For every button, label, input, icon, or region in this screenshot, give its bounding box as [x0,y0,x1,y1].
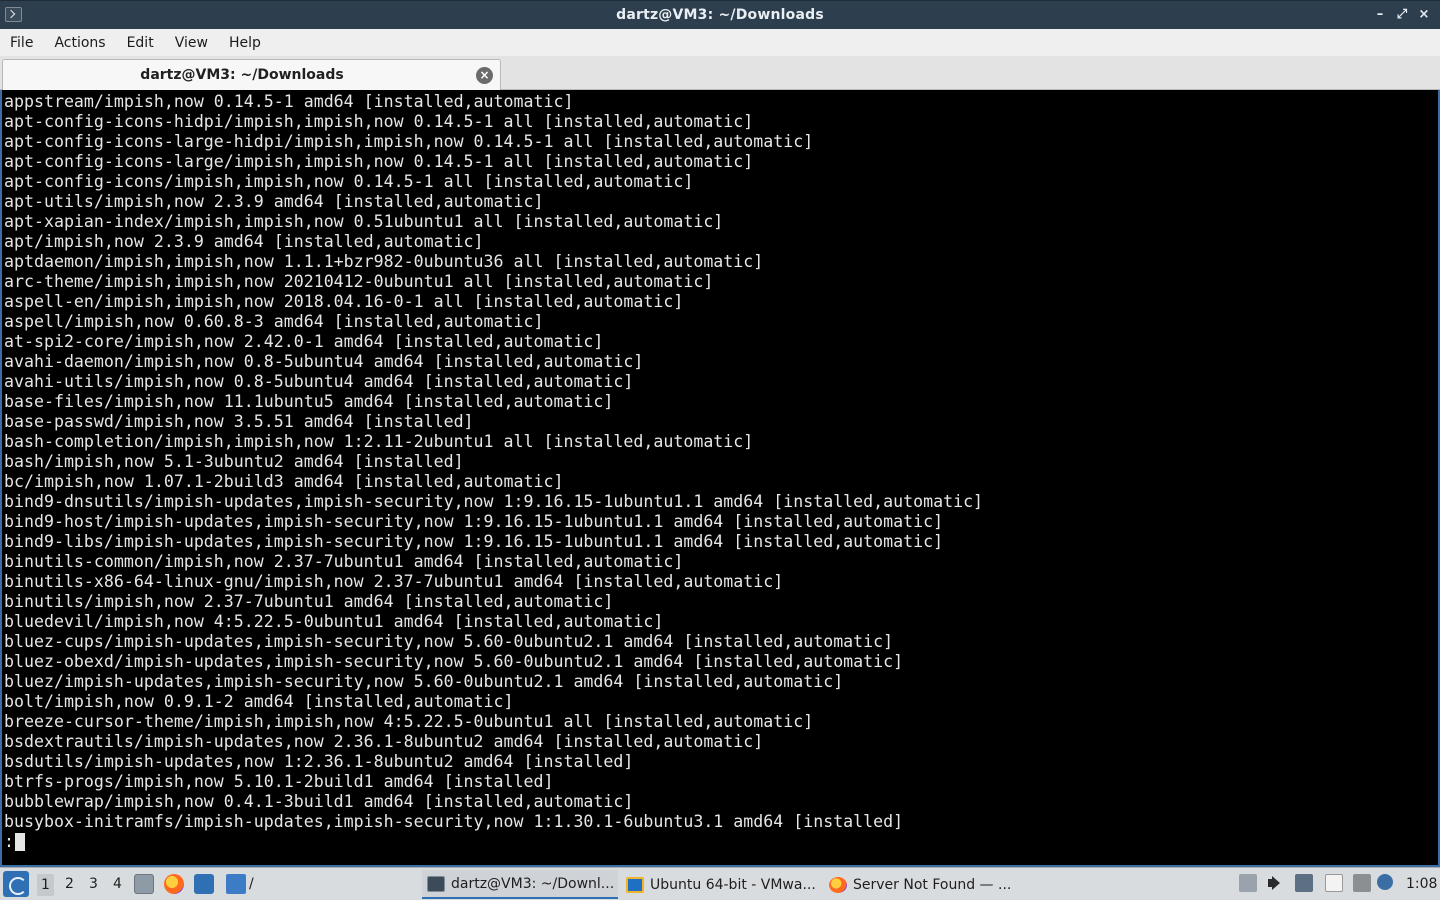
file-manager-icon[interactable] [134,874,154,894]
minimize-button[interactable]: – [1372,6,1388,24]
terminal-line: busybox-initramfs/impish-updates,impish-… [4,812,904,831]
terminal-icon [427,875,445,892]
menu-bar: File Actions Edit View Help [0,29,1440,56]
task-vmware[interactable]: Ubuntu 64-bit - VMwa... [626,870,822,899]
terminal-line: bluez-cups/impish-updates,impish-securit… [4,632,894,651]
tab-label: dartz@VM3: ~/Downloads [140,67,344,83]
window-controls: – ⤢ × [1372,6,1432,24]
clipboard-icon[interactable] [1325,874,1343,892]
menu-file[interactable]: File [10,35,33,51]
terminal-line: apt/impish,now 2.3.9 amd64 [installed,au… [4,232,484,251]
terminal-line: base-passwd/impish,now 3.5.51 amd64 [ins… [4,412,474,431]
workspace-1[interactable]: 1 [37,874,54,896]
text-cursor [15,833,25,851]
task-label: Server Not Found — ... [853,876,1012,893]
terminal-line: bc/impish,now 1.07.1-2build3 amd64 [inst… [4,472,564,491]
pager-prompt-text: : [4,832,14,851]
workspace-2[interactable]: 2 [65,876,74,892]
terminal-line: btrfs-progs/impish,now 5.10.1-2build1 am… [4,772,554,791]
terminal-line: bluedevil/impish,now 4:5.22.5-0ubuntu1 a… [4,612,664,631]
terminal-line: bsdutils/impish-updates,now 1:2.36.1-8ub… [4,752,634,771]
terminal-line: bsdextrautils/impish-updates,now 2.36.1-… [4,732,764,751]
terminal-line: bolt/impish,now 0.9.1-2 amd64 [installed… [4,692,514,711]
terminal-line: bubblewrap/impish,now 0.4.1-3build1 amd6… [4,792,634,811]
task-label: Ubuntu 64-bit - VMwa... [650,876,816,893]
menu-view[interactable]: View [175,35,208,51]
terminal-line: binutils-common/impish,now 2.37-7ubuntu1… [4,552,684,571]
terminal-line: binutils-x86-64-linux-gnu/impish,now 2.3… [4,572,784,591]
terminal-line: apt-xapian-index/impish,impish,now 0.51u… [4,212,724,231]
folder-path-label: / [249,876,254,892]
pager-prompt[interactable]: : [4,832,1438,852]
terminal-view[interactable]: appstream/impish,now 0.14.5-1 amd64 [ins… [0,90,1440,867]
terminal-line: bind9-libs/impish-updates,impish-securit… [4,532,944,551]
terminal-line: appstream/impish,now 0.14.5-1 amd64 [ins… [4,92,574,111]
terminal-line: breeze-cursor-theme/impish,impish,now 4:… [4,712,814,731]
close-button[interactable]: × [1416,6,1432,24]
tab-terminal[interactable]: dartz@VM3: ~/Downloads × [2,59,501,90]
volume-icon[interactable] [1266,874,1284,892]
terminal-line: bind9-dnsutils/impish-updates,impish-sec… [4,492,984,511]
window-title: dartz@VM3: ~/Downloads [616,7,824,23]
menu-edit[interactable]: Edit [127,35,154,51]
terminal-line: avahi-utils/impish,now 0.8-5ubuntu4 amd6… [4,372,634,391]
terminal-line: apt-config-icons-hidpi/impish,impish,now… [4,112,754,131]
terminal-line: aspell/impish,now 0.60.8-3 amd64 [instal… [4,312,544,331]
firefox-launcher-icon[interactable] [164,874,184,894]
clock[interactable]: 1:08 [1406,876,1437,892]
terminal-output: appstream/impish,now 0.14.5-1 amd64 [ins… [4,92,1438,852]
maximize-button[interactable]: ⤢ [1394,6,1410,24]
update-notifier-icon[interactable] [1377,874,1393,890]
terminal-line: apt-config-icons-large/impish,impish,now… [4,152,754,171]
taskbar: 1 2 3 4 / dartz@VM3: ~/Downl... Ubuntu 6… [0,867,1440,900]
terminal-line: avahi-daemon/impish,now 0.8-5ubuntu4 amd… [4,352,644,371]
terminal-line: aptdaemon/impish,impish,now 1.1.1+bzr982… [4,252,764,271]
tab-strip: dartz@VM3: ~/Downloads × [0,56,1440,90]
terminal-line: binutils/impish,now 2.37-7ubuntu1 amd64 … [4,592,614,611]
terminal-line: arc-theme/impish,impish,now 20210412-0ub… [4,272,714,291]
terminal-line: bluez/impish-updates,impish-security,now… [4,672,844,691]
terminal-line: bind9-host/impish-updates,impish-securit… [4,512,944,531]
tab-close-icon[interactable]: × [476,67,493,84]
terminal-line: apt-config-icons/impish,impish,now 0.14.… [4,172,694,191]
folder-icon[interactable] [226,874,246,894]
window-titlebar[interactable]: dartz@VM3: ~/Downloads – ⤢ × [0,0,1440,29]
terminal-line: bluez-obexd/impish-updates,impish-securi… [4,652,904,671]
terminal-line: at-spi2-core/impish,now 2.42.0-1 amd64 [… [4,332,604,351]
terminal-line: aspell-en/impish,impish,now 2018.04.16-0… [4,292,684,311]
start-menu-icon[interactable] [3,871,29,897]
workspace-3[interactable]: 3 [89,876,98,892]
terminal-line: apt-config-icons-large-hidpi/impish,impi… [4,132,814,151]
network-icon[interactable] [1295,874,1313,892]
firefox-icon [829,876,847,893]
tray-applet-icon[interactable] [1239,874,1257,892]
task-firefox[interactable]: Server Not Found — ... [829,870,1015,899]
bluetooth-icon[interactable] [1353,874,1371,892]
task-label: dartz@VM3: ~/Downl... [451,875,615,892]
menu-actions[interactable]: Actions [54,35,105,51]
terminal-line: bash-completion/impish,impish,now 1:2.11… [4,432,754,451]
vmware-icon [626,876,644,893]
show-desktop-icon[interactable] [194,874,214,894]
menu-help[interactable]: Help [229,35,261,51]
task-terminal[interactable]: dartz@VM3: ~/Downl... [422,870,618,899]
terminal-line: base-files/impish,now 11.1ubuntu5 amd64 … [4,392,614,411]
terminal-line: apt-utils/impish,now 2.3.9 amd64 [instal… [4,192,544,211]
terminal-line: bash/impish,now 5.1-3ubuntu2 amd64 [inst… [4,452,464,471]
workspace-4[interactable]: 4 [113,876,122,892]
